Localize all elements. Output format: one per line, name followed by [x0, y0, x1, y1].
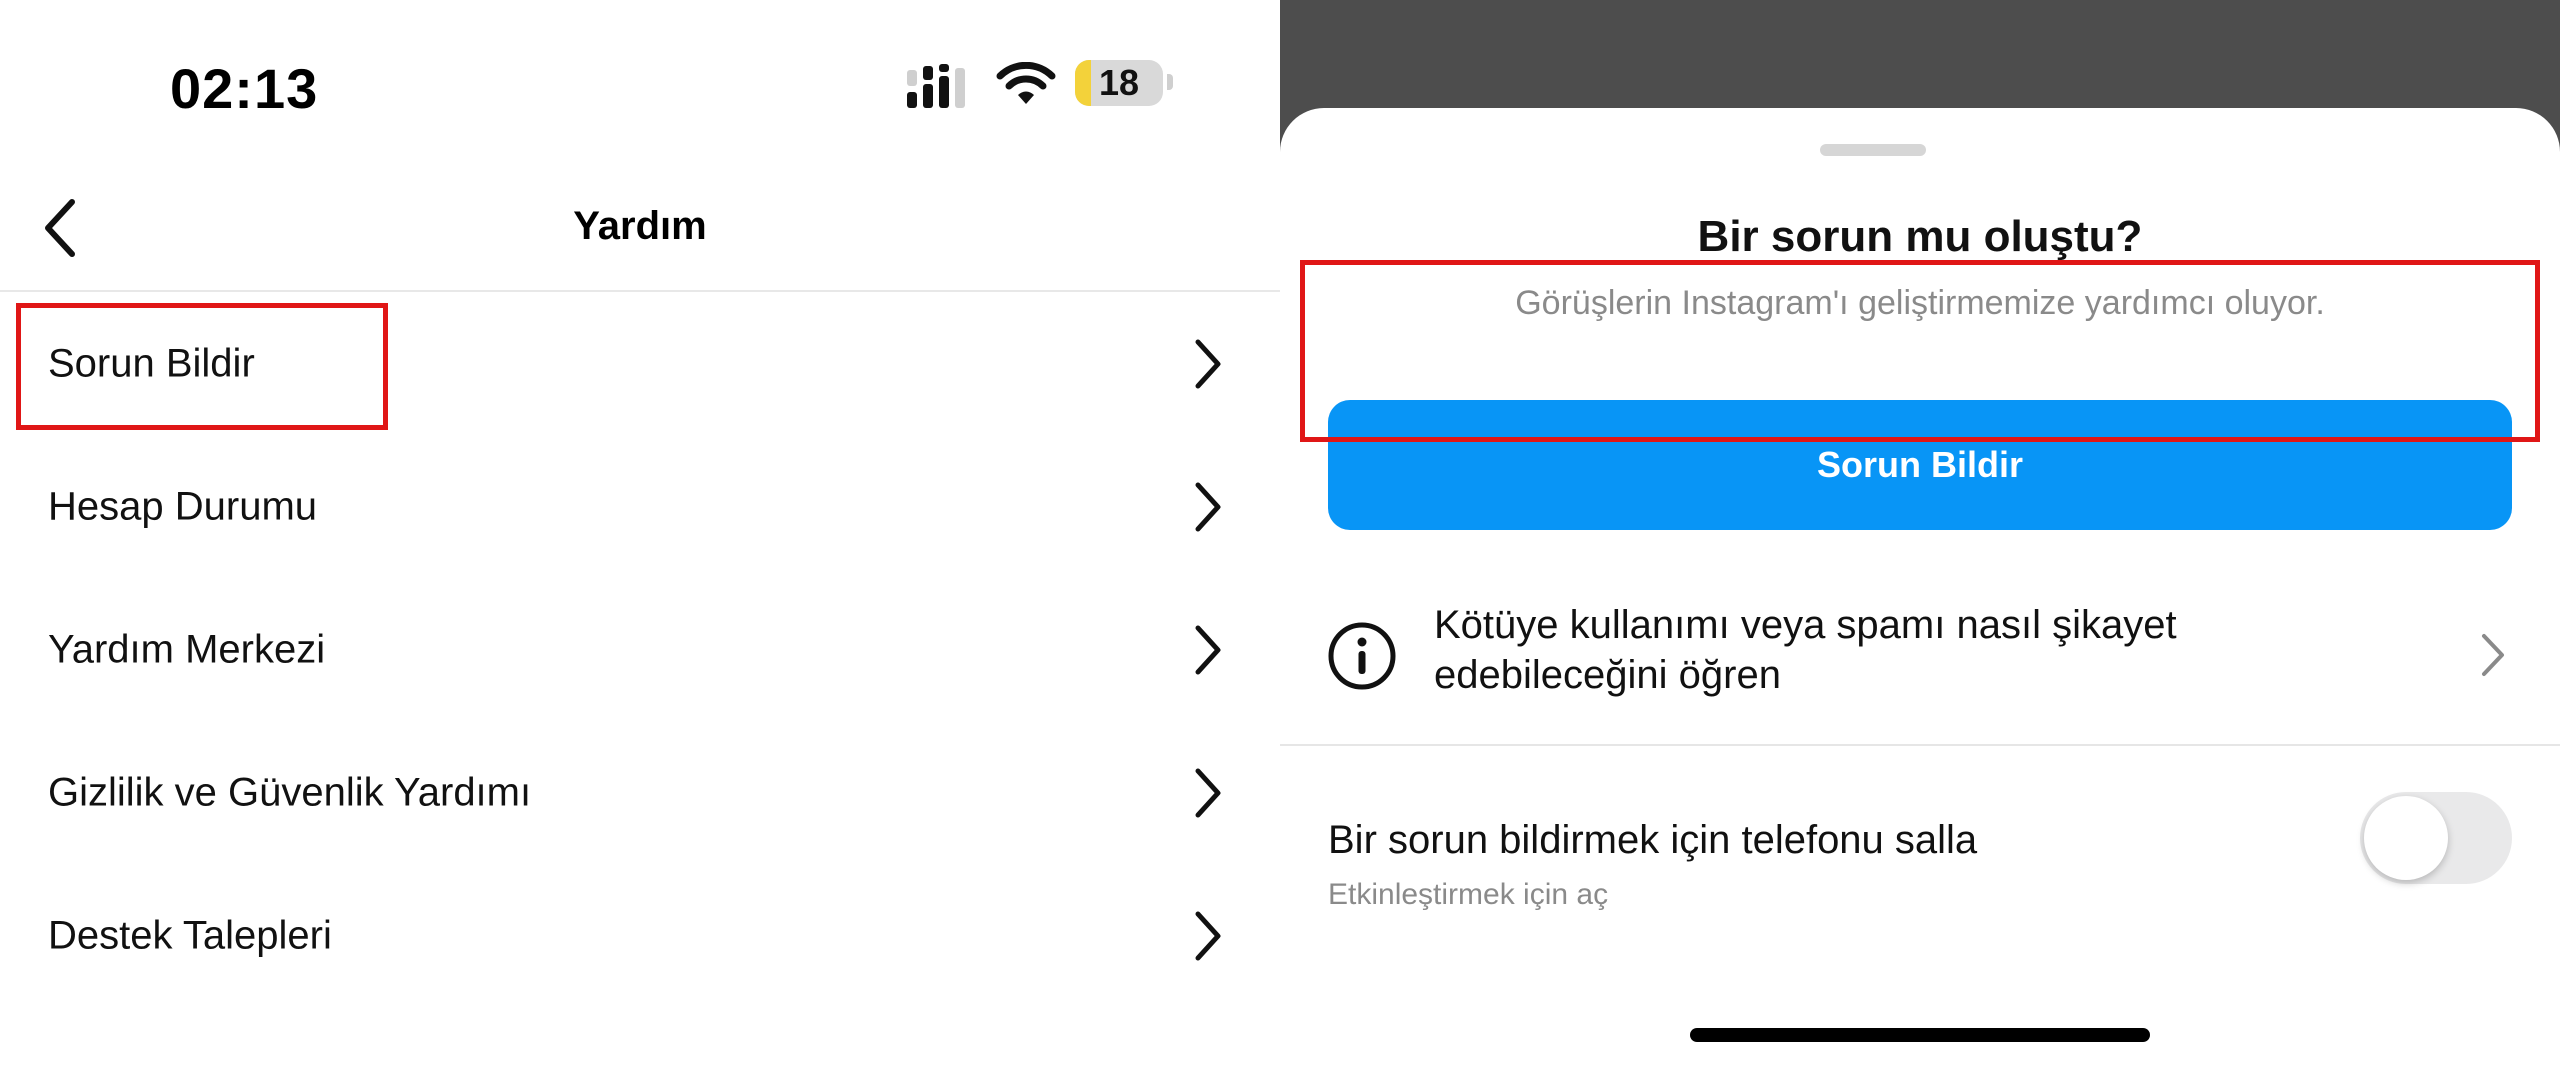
- menu-item-account-status[interactable]: Hesap Durumu: [0, 435, 1280, 578]
- page-title: Yardım: [573, 204, 707, 248]
- shake-to-report-hint: Etkinleştirmek için aç: [1328, 878, 1609, 911]
- help-menu-list: Sorun Bildir Hesap Durumu Yardım Merkezi…: [0, 292, 1280, 1007]
- report-problem-button[interactable]: Sorun Bildir: [1328, 400, 2512, 530]
- info-icon: [1328, 622, 1396, 690]
- report-problem-button-label: Sorun Bildir: [1817, 444, 2023, 485]
- cellular-signal-icon: [907, 64, 965, 108]
- info-link-line2: edebileceğini öğren: [1434, 653, 1781, 697]
- menu-item-privacy-security-help[interactable]: Gizlilik ve Güvenlik Yardımı: [0, 721, 1280, 864]
- menu-item-label: Hesap Durumu: [48, 484, 318, 528]
- home-indicator[interactable]: [1690, 1028, 2150, 1042]
- info-link-text: Kötüye kullanımı veya spamı nasıl şikaye…: [1434, 600, 2334, 700]
- toggle-knob: [2364, 796, 2448, 880]
- menu-item-label: Sorun Bildir: [48, 341, 255, 385]
- info-link-line1: Kötüye kullanımı veya spamı nasıl şikaye…: [1434, 603, 2177, 647]
- abuse-spam-info-link[interactable]: Kötüye kullanımı veya spamı nasıl şikaye…: [1280, 590, 2560, 744]
- chevron-right-icon: [1195, 625, 1221, 674]
- menu-item-label: Yardım Merkezi: [48, 627, 326, 671]
- screen: 02:13 18 Yardım Sorun Bildir Hesap Durum…: [0, 0, 2560, 1068]
- chevron-right-icon: [1195, 482, 1221, 531]
- shake-to-report-label: Bir sorun bildirmek için telefonu salla: [1328, 818, 1978, 862]
- shake-to-report-toggle[interactable]: [2360, 792, 2512, 884]
- menu-item-label: Destek Talepleri: [48, 913, 332, 957]
- chevron-right-icon: [1195, 768, 1221, 817]
- chevron-right-icon: [1195, 339, 1221, 388]
- sheet-backdrop[interactable]: Bir sorun mu oluştu? Görüşlerin Instagra…: [1280, 0, 2560, 1068]
- menu-item-report-problem[interactable]: Sorun Bildir: [0, 292, 1280, 435]
- menu-item-support-requests[interactable]: Destek Talepleri: [0, 864, 1280, 1007]
- sheet-title: Bir sorun mu oluştu?: [1697, 212, 2143, 261]
- battery-tip: [1167, 74, 1173, 90]
- help-screen: 02:13 18 Yardım Sorun Bildir Hesap Durum…: [0, 0, 1280, 1068]
- battery-level: 18: [1098, 62, 1140, 103]
- chevron-right-icon: [1195, 911, 1221, 960]
- sheet-subtitle: Görüşlerin Instagram'ı geliştirmemize ya…: [1515, 284, 2325, 322]
- report-problem-sheet: Bir sorun mu oluştu? Görüşlerin Instagra…: [1280, 108, 2560, 1068]
- status-time: 02:13: [170, 57, 319, 120]
- sheet-grabber[interactable]: [1820, 144, 1926, 156]
- menu-item-help-center[interactable]: Yardım Merkezi: [0, 578, 1280, 721]
- battery-icon: 18: [1075, 60, 1163, 106]
- chevron-right-icon: [2482, 634, 2504, 676]
- navigation-bar: Yardım: [0, 180, 1280, 290]
- menu-item-label: Gizlilik ve Güvenlik Yardımı: [48, 770, 532, 814]
- wifi-icon: [996, 62, 1056, 104]
- divider: [1280, 744, 2560, 746]
